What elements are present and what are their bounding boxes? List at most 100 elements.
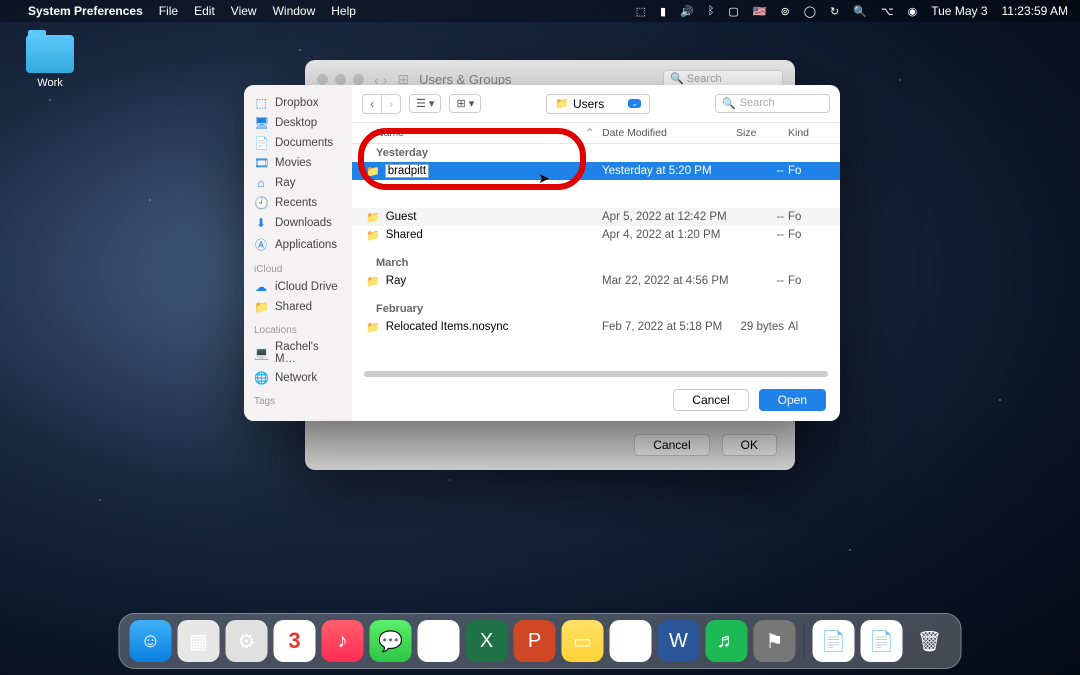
prefs-cancel-button[interactable]: Cancel <box>634 434 709 456</box>
folder-icon: 📁 <box>366 275 380 288</box>
bluetooth-icon[interactable]: ᛒ <box>708 5 715 17</box>
dock-music[interactable]: ♪ <box>322 620 364 662</box>
horizontal-scrollbar[interactable] <box>364 371 828 377</box>
siri-icon[interactable]: ◉ <box>908 5 918 18</box>
desktop-folder-work[interactable]: Work <box>20 35 80 89</box>
file-row-guest[interactable]: 📁Guest Apr 5, 2022 at 12:42 PM -- Fo <box>352 208 840 226</box>
nav-back-forward[interactable]: ‹› <box>362 94 401 114</box>
dialog-main: ‹› ☰ ▾ ⊞ ▾ 📁 Users ⌄ 🔍 Search Name⌃ Date … <box>352 85 840 421</box>
dock-notes[interactable]: ▭ <box>562 620 604 662</box>
col-size[interactable]: Size <box>736 127 788 139</box>
dialog-search[interactable]: 🔍 Search <box>715 94 830 113</box>
folder-icon: 📁 <box>366 229 380 242</box>
dock-launchpad[interactable]: ▦ <box>178 620 220 662</box>
movie-icon: 🎞 <box>254 156 268 170</box>
menu-window[interactable]: Window <box>273 4 316 18</box>
menubar-time[interactable]: 11:23:59 AM <box>1002 4 1069 18</box>
dock-trash[interactable]: 🗑 <box>909 620 951 662</box>
group-label: February <box>352 300 840 318</box>
col-name[interactable]: Name⌃ <box>352 127 602 139</box>
dock-excel[interactable]: X <box>466 620 508 662</box>
dock-settings[interactable]: ⚙ <box>226 620 268 662</box>
sidebar-network[interactable]: 🌐Network <box>244 368 352 388</box>
file-row-relocated[interactable]: 📁Relocated Items.nosync Feb 7, 2022 at 5… <box>352 318 840 336</box>
sidebar-item-label: Movies <box>275 157 311 169</box>
sidebar-item-label: Downloads <box>275 217 332 229</box>
dock-doc2[interactable]: 📄 <box>861 620 903 662</box>
dock-word[interactable]: W <box>658 620 700 662</box>
app-menu[interactable]: System Preferences <box>28 4 143 18</box>
filename-edit[interactable]: bradpitt <box>386 165 428 177</box>
sidebar-icloud-drive[interactable]: ☁ iCloud Drive <box>244 277 352 297</box>
dock-slack[interactable]: ⌗ <box>610 620 652 662</box>
sidebar-section-locations: Locations <box>244 317 352 338</box>
menubar-date[interactable]: Tue May 3 <box>931 4 987 18</box>
dock-calendar[interactable]: 3 <box>274 620 316 662</box>
dialog-footer: Cancel Open <box>352 379 840 421</box>
dropdown-icon[interactable]: ⌄ <box>628 99 641 108</box>
traffic-lights[interactable] <box>317 74 364 85</box>
dock-chrome[interactable]: ◉ <box>418 620 460 662</box>
group-label: March <box>352 254 840 272</box>
sidebar-applications[interactable]: ⒶApplications <box>244 233 352 256</box>
volume-icon[interactable]: 🔊 <box>680 5 694 18</box>
cell-kind: Fo <box>788 211 840 223</box>
sidebar-item-label: Ray <box>275 177 295 189</box>
nav-back-icon[interactable]: ‹ <box>363 95 382 113</box>
control-center-icon[interactable]: ⌥ <box>881 5 894 18</box>
battery-save-icon[interactable]: ▮ <box>660 5 666 18</box>
dropbox-icon[interactable]: ⬚ <box>636 5 646 18</box>
dock-finder[interactable]: ☺ <box>130 620 172 662</box>
filename: Shared <box>386 229 423 241</box>
menu-help[interactable]: Help <box>331 4 356 18</box>
timemachine-icon[interactable]: ↻ <box>830 5 839 18</box>
cancel-button[interactable]: Cancel <box>673 389 748 411</box>
search-placeholder: Search <box>740 97 775 110</box>
search-icon: 🔍 <box>722 97 736 110</box>
sidebar-movies[interactable]: 🎞 Movies <box>244 153 352 173</box>
col-date[interactable]: Date Modified <box>602 127 736 139</box>
spotlight-icon[interactable]: 🔍 <box>853 5 867 18</box>
user-icon[interactable]: ◯ <box>804 5 816 18</box>
file-row-ray[interactable]: 📁Ray Mar 22, 2022 at 4:56 PM -- Fo <box>352 272 840 290</box>
menu-edit[interactable]: Edit <box>194 4 215 18</box>
menu-view[interactable]: View <box>231 4 257 18</box>
dock-doc1[interactable]: 📄 <box>813 620 855 662</box>
sidebar-downloads[interactable]: ⬇Downloads <box>244 213 352 233</box>
file-row-shared[interactable]: 📁Shared Apr 4, 2022 at 1:20 PM -- Fo <box>352 226 840 244</box>
open-button[interactable]: Open <box>759 389 826 411</box>
dock-spotify[interactable]: ♬ <box>706 620 748 662</box>
sidebar: ⬚ Dropbox 🖥Desktop 📄Documents 🎞 Movies ⌂Ra… <box>244 85 352 421</box>
battery-icon[interactable]: ▢ <box>728 5 738 18</box>
nav-forward-icon[interactable]: › <box>382 95 400 113</box>
sidebar-item-label: Dropbox <box>275 97 318 109</box>
dock-messages[interactable]: 💬 <box>370 620 412 662</box>
sidebar-rachels-mac[interactable]: 💻Rachel's M… <box>244 338 352 368</box>
view-list-button[interactable]: ☰ ▾ <box>409 94 441 113</box>
sidebar-ray[interactable]: ⌂Ray <box>244 173 352 193</box>
path-control[interactable]: 📁 Users ⌄ <box>546 94 650 114</box>
sidebar-item-label: Applications <box>275 239 337 251</box>
sidebar-dropbox[interactable]: ⬚ Dropbox <box>244 93 352 113</box>
dock-powerpoint[interactable]: P <box>514 620 556 662</box>
col-kind[interactable]: Kind <box>788 127 840 139</box>
dropbox-icon: ⬚ <box>254 96 268 110</box>
sidebar-shared[interactable]: 📁Shared <box>244 297 352 317</box>
view-group-button[interactable]: ⊞ ▾ <box>449 94 481 113</box>
sidebar-item-label: iCloud Drive <box>275 281 338 293</box>
laptop-icon: 💻 <box>254 346 268 360</box>
prefs-ok-button[interactable]: OK <box>722 434 777 456</box>
file-list[interactable]: Yesterday 📁bradpitt Yesterday at 5:20 PM… <box>352 144 840 371</box>
wifi-icon[interactable]: ⊚ <box>781 5 790 18</box>
cell-size: -- <box>736 229 788 241</box>
dock-unknown[interactable]: ⚑ <box>754 620 796 662</box>
cloud-icon: ☁ <box>254 280 268 294</box>
sidebar-desktop[interactable]: 🖥Desktop <box>244 113 352 133</box>
dock: ☺▦⚙3♪💬◉XP▭⌗W♬⚑📄📄🗑 <box>119 613 962 669</box>
file-row-bradpitt[interactable]: 📁bradpitt Yesterday at 5:20 PM -- Fo <box>352 162 840 180</box>
sidebar-documents[interactable]: 📄Documents <box>244 133 352 153</box>
menu-file[interactable]: File <box>159 4 178 18</box>
dialog-toolbar: ‹› ☰ ▾ ⊞ ▾ 📁 Users ⌄ 🔍 Search <box>352 85 840 123</box>
flag-icon[interactable]: 🇺🇸 <box>753 5 767 18</box>
sidebar-recents[interactable]: 🕘Recents <box>244 193 352 213</box>
